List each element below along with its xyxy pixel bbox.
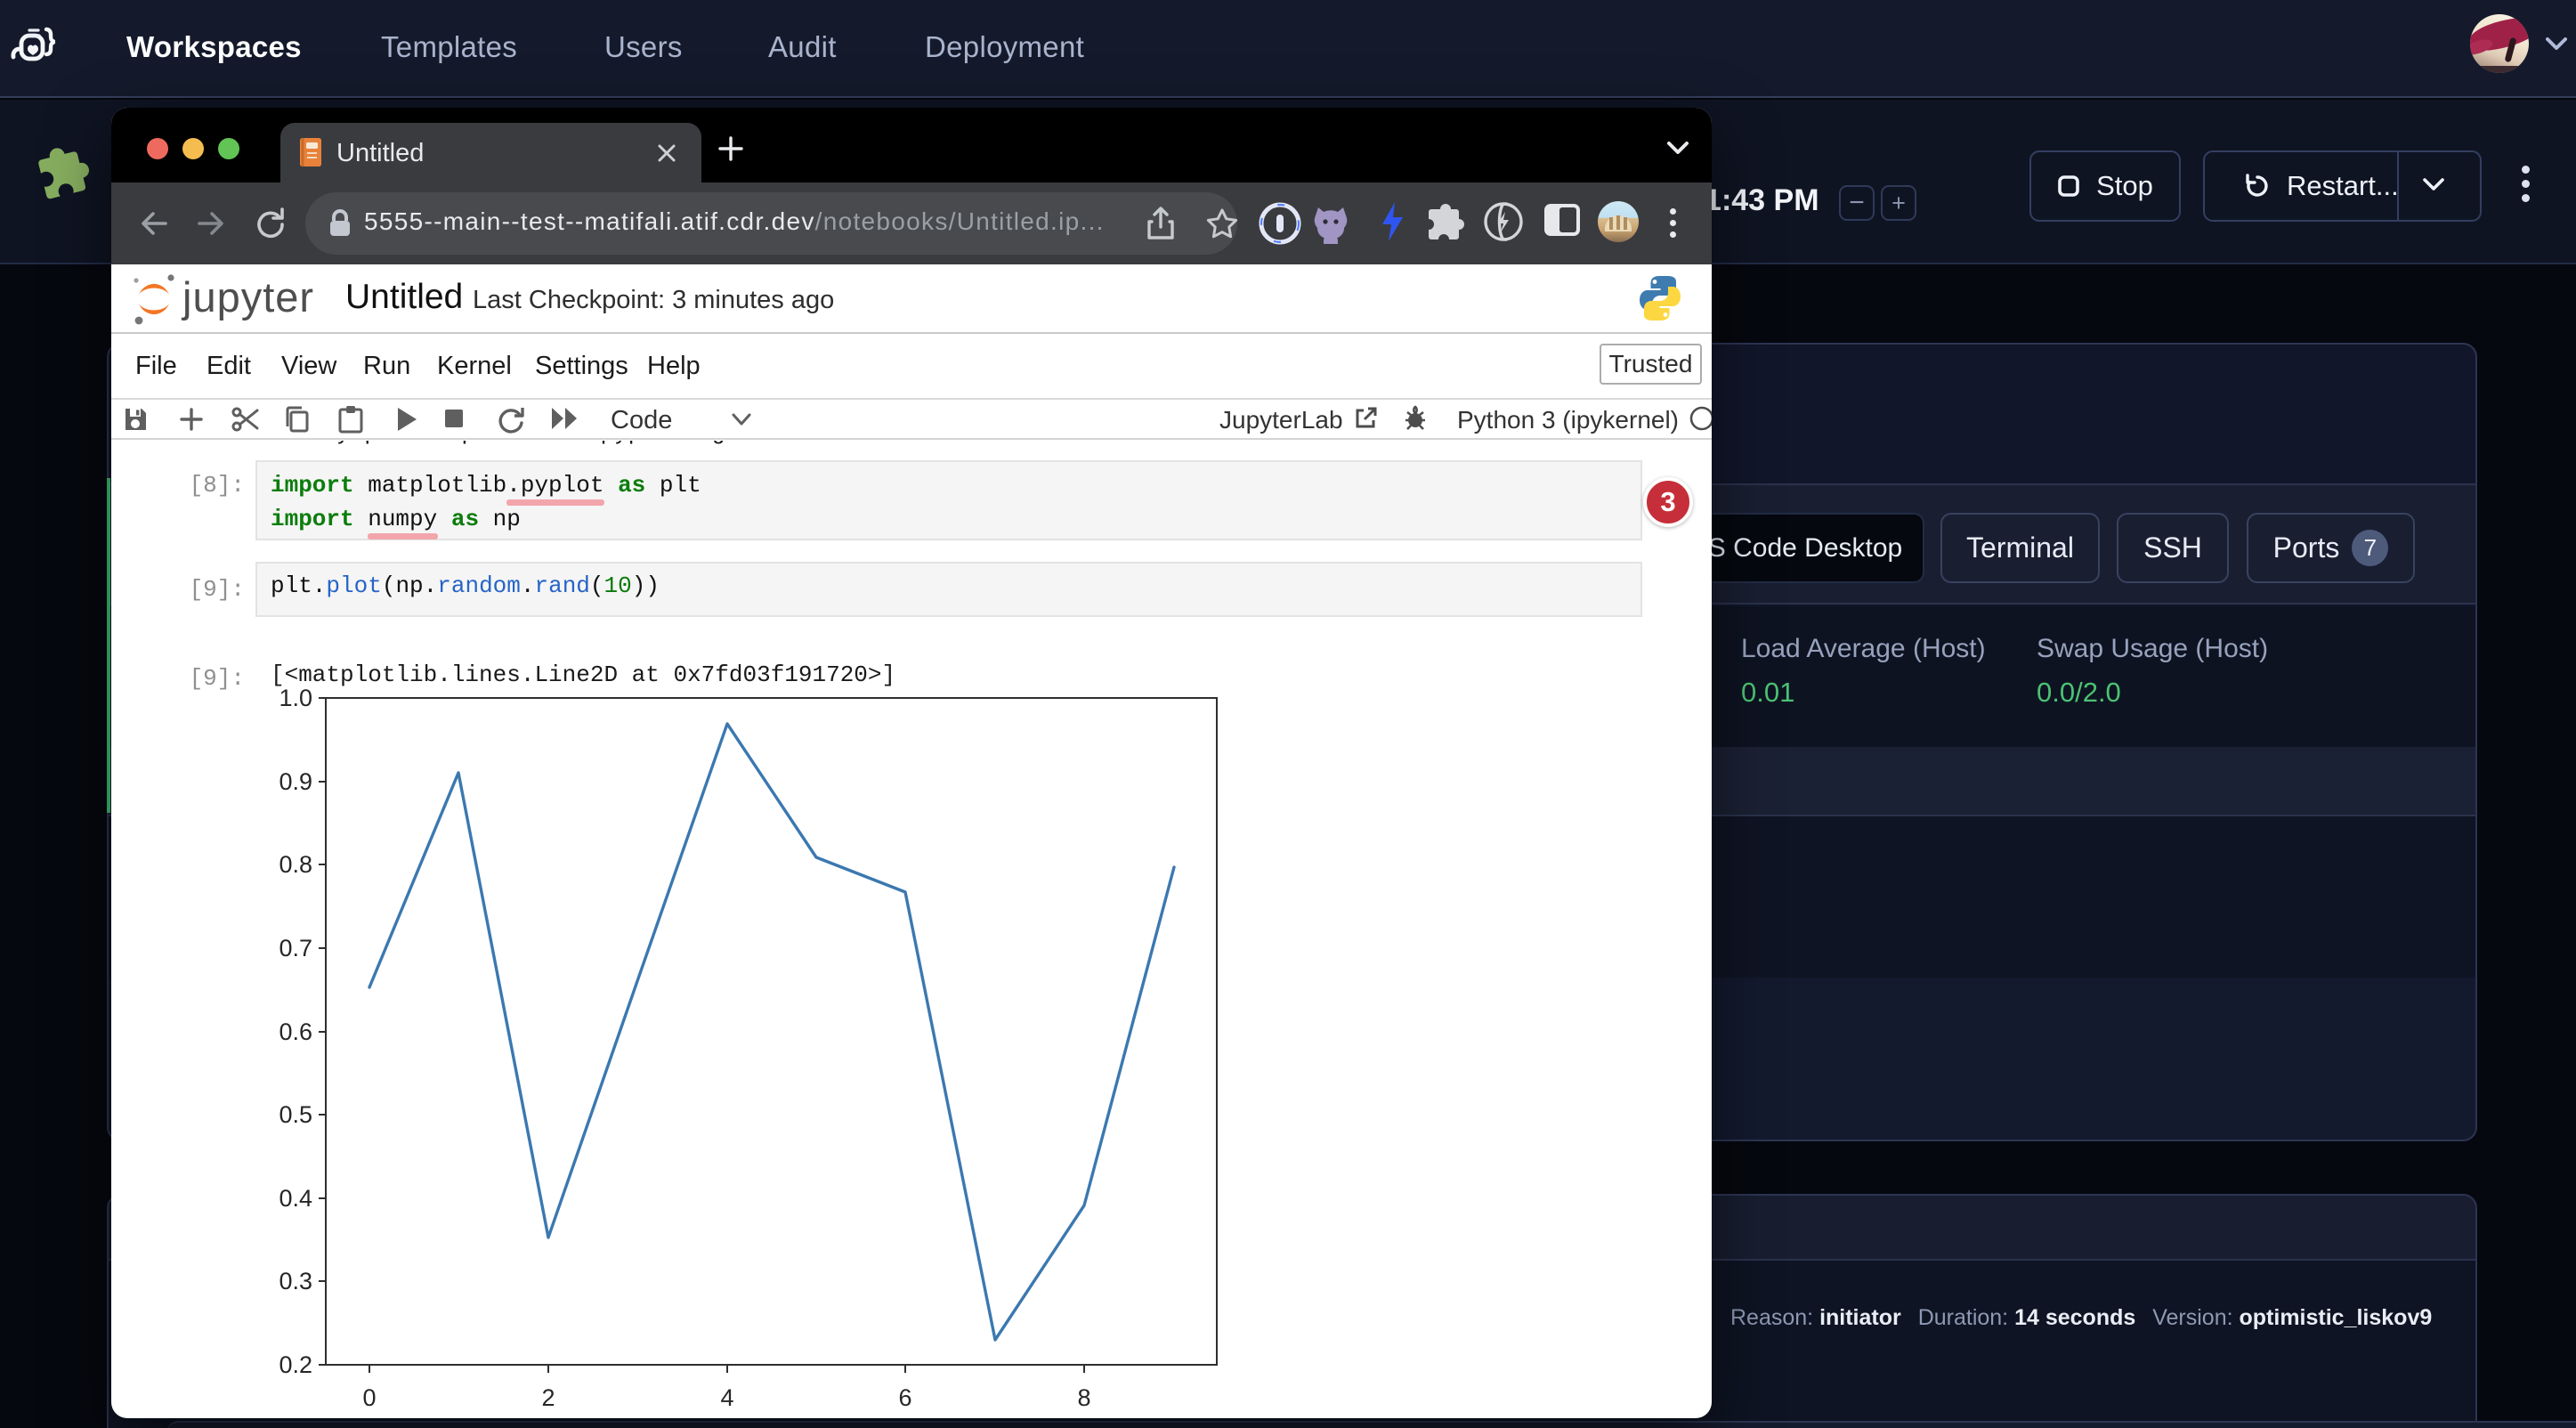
svg-text:0: 0 bbox=[362, 1384, 376, 1411]
svg-text:0.5: 0.5 bbox=[279, 1101, 312, 1128]
svg-text:0.4: 0.4 bbox=[279, 1185, 312, 1212]
svg-text:8: 8 bbox=[1077, 1384, 1090, 1411]
svg-text:4: 4 bbox=[720, 1384, 733, 1411]
svg-text:1.0: 1.0 bbox=[279, 685, 312, 711]
svg-text:2: 2 bbox=[541, 1384, 555, 1411]
svg-text:0.8: 0.8 bbox=[279, 851, 312, 878]
svg-text:0.2: 0.2 bbox=[279, 1351, 312, 1378]
svg-text:6: 6 bbox=[898, 1384, 911, 1411]
svg-text:0.9: 0.9 bbox=[279, 768, 312, 795]
svg-text:0.3: 0.3 bbox=[279, 1268, 312, 1294]
svg-text:0.6: 0.6 bbox=[279, 1018, 312, 1045]
svg-text:0.7: 0.7 bbox=[279, 935, 312, 961]
